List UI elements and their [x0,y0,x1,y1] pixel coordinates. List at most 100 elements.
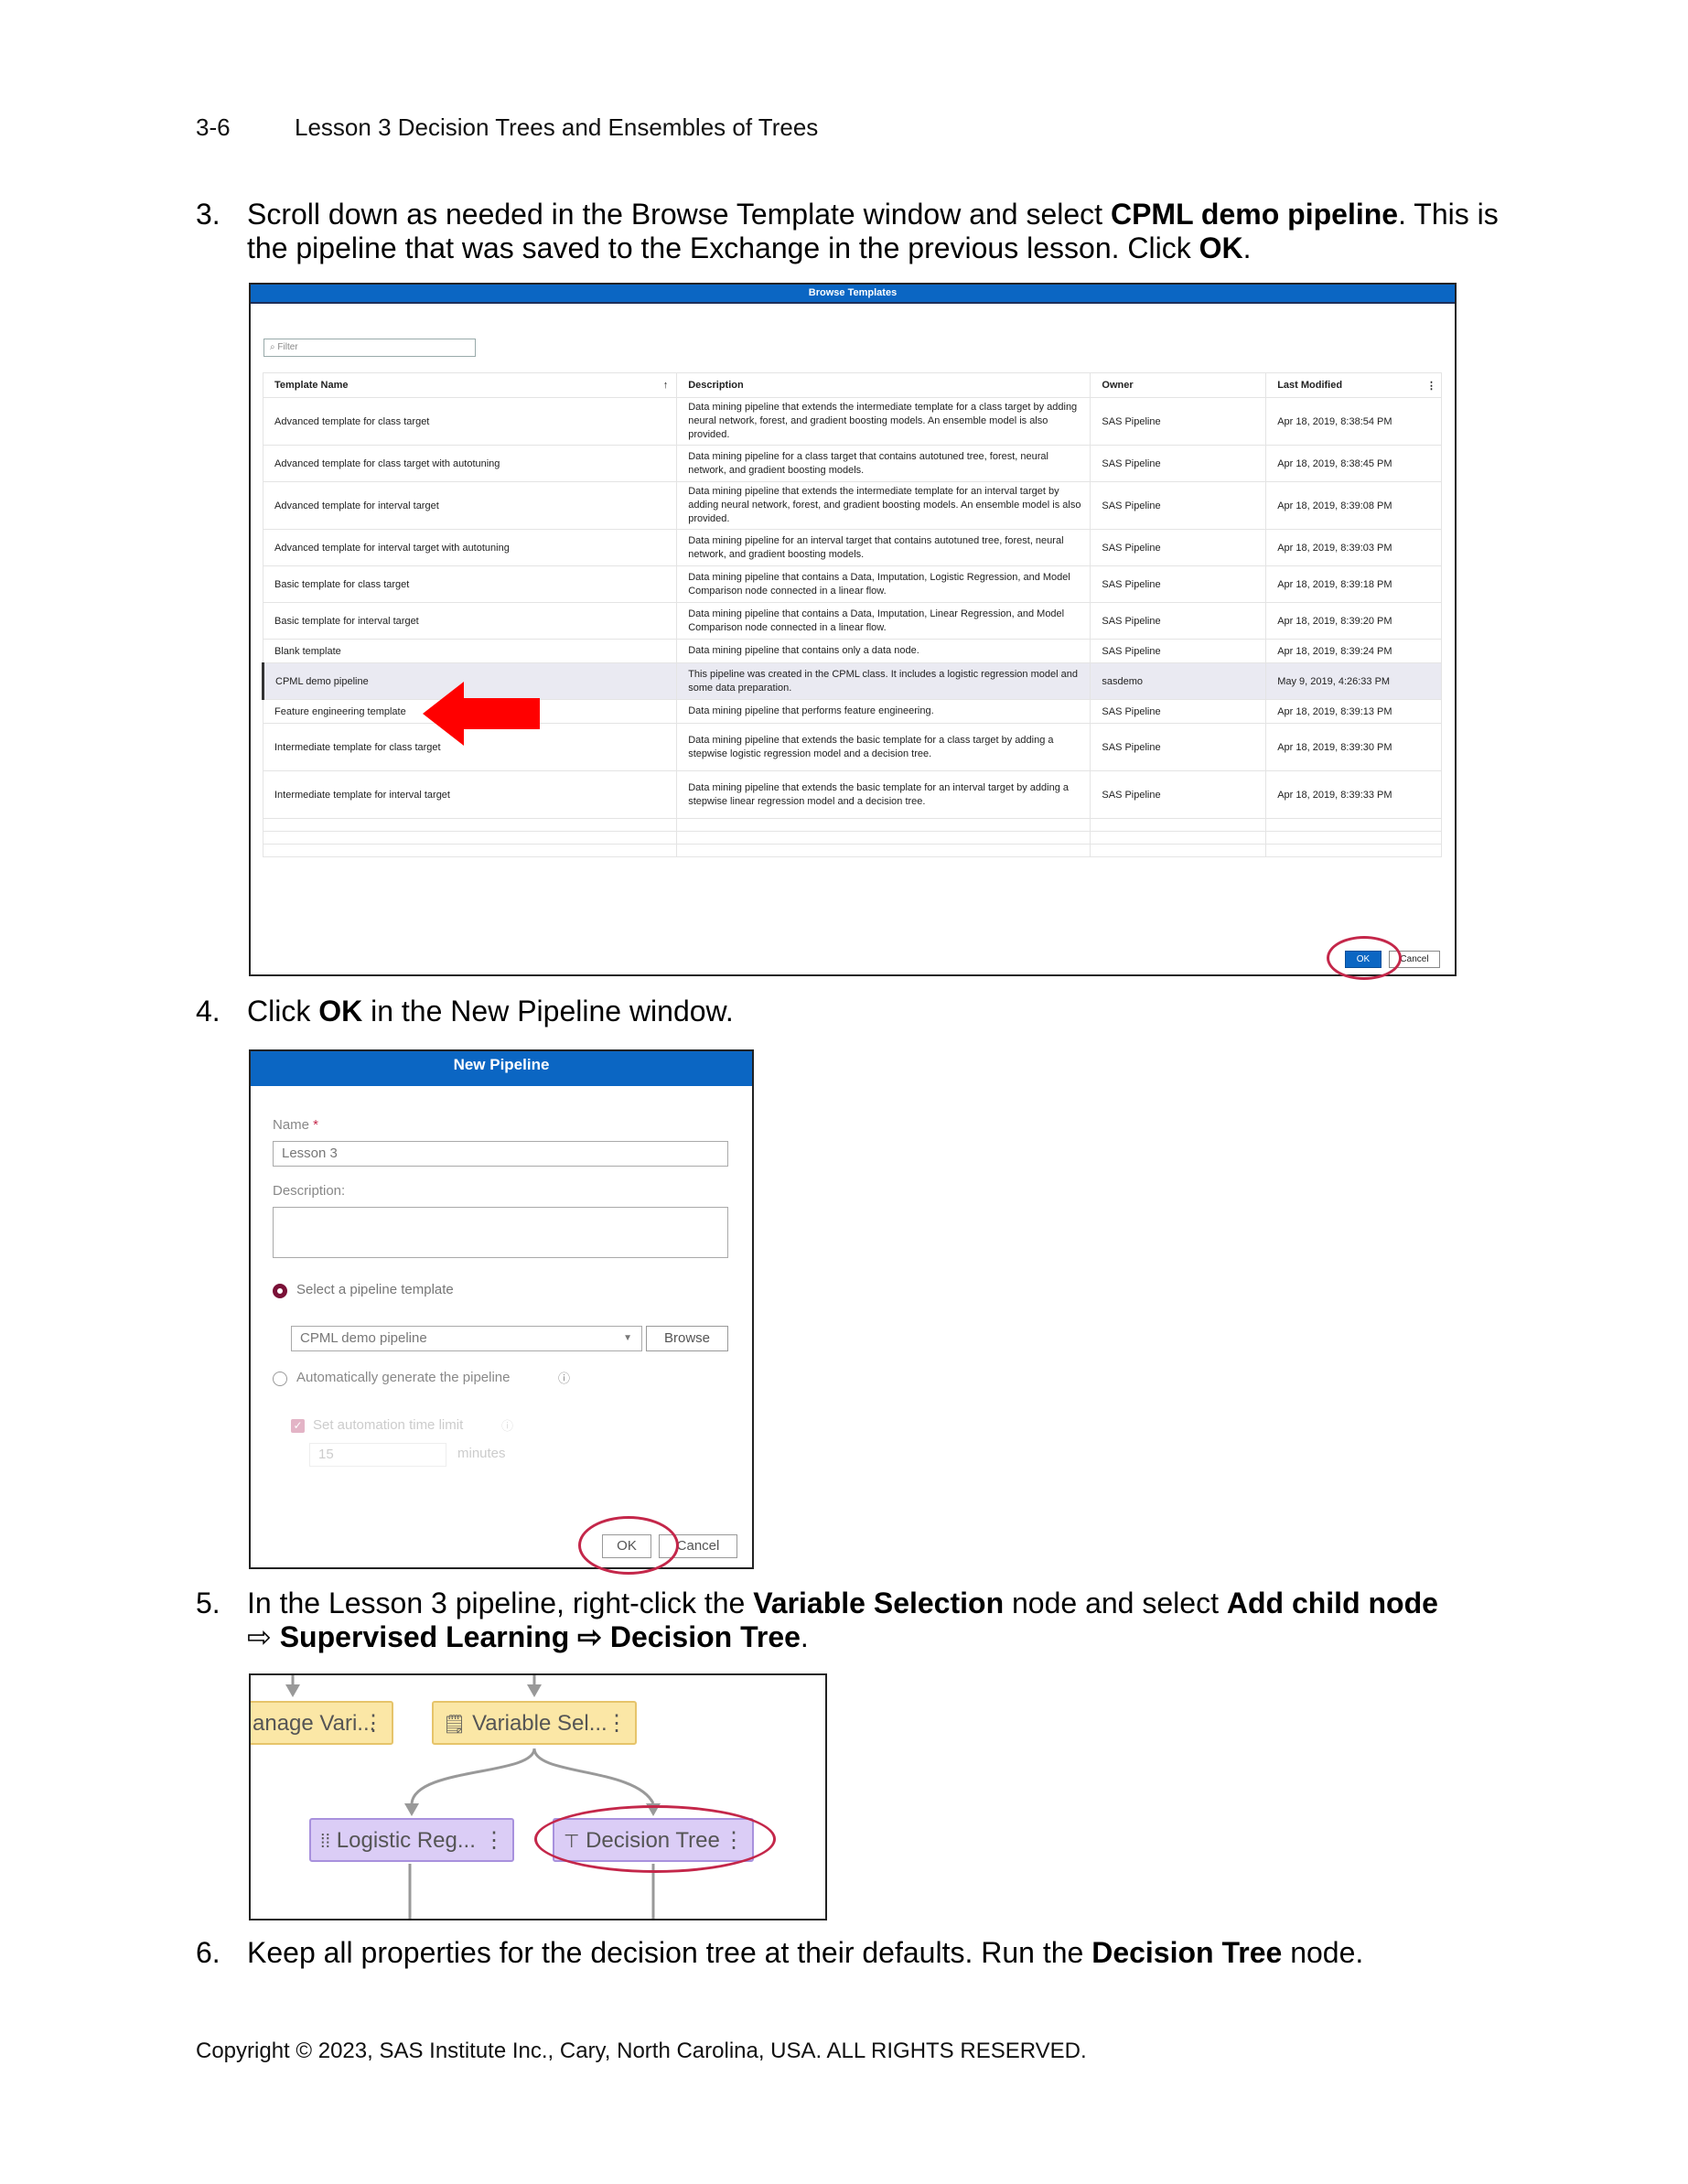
step-text: In the Lesson 3 pipeline, right-click th… [247,1587,1438,1653]
name-label: Name * [273,1117,319,1133]
cell-last-modified: Apr 18, 2019, 8:38:45 PM [1265,445,1442,482]
cell-description: Data mining pipeline that contains only … [676,639,1091,663]
more-icon[interactable]: ⋮ [483,1820,505,1862]
cell-description: Data mining pipeline for an interval tar… [676,529,1091,566]
cell-description: Data mining pipeline that extends the ba… [676,723,1091,771]
empty-row [262,831,1442,845]
template-select[interactable]: CPML demo pipeline ▼ [291,1326,642,1351]
node-manage-variables[interactable]: anage Vari... ⋮ [251,1701,393,1745]
cell-description: Data mining pipeline that contains a Dat… [676,602,1091,640]
cell-template-name: Basic template for interval target [262,602,678,640]
step-number: 3. [196,198,220,231]
step-5: 5. In the Lesson 3 pipeline, right-click… [0,1587,1688,1660]
table-row[interactable]: Advanced template for class target with … [262,445,1442,482]
col-last-modified[interactable]: Last Modified ⋮ [1265,372,1442,398]
description-input[interactable] [273,1207,728,1258]
more-icon[interactable]: ⋮ [606,1703,628,1745]
cell-owner: SAS Pipeline [1090,723,1267,771]
browse-button[interactable]: Browse [646,1326,728,1351]
col-template-name[interactable]: Template Name ↑ [262,372,678,398]
cell-template-name: Advanced template for interval target wi… [262,529,678,566]
table-row[interactable]: Advanced template for class target Data m… [262,397,1442,446]
new-pipeline-dialog: New Pipeline Name * Lesson 3 Description… [249,1049,754,1575]
step-4: 4. Click OK in the New Pipeline window. [0,995,1688,1031]
node-variable-selection[interactable]: 🗒 Variable Sel... ⋮ [432,1701,637,1745]
cell-last-modified: Apr 18, 2019, 8:39:30 PM [1265,723,1442,771]
step-number: 6. [196,1936,220,1969]
table-row[interactable]: Basic template for interval target Data m… [262,602,1442,640]
name-input[interactable]: Lesson 3 [273,1141,728,1167]
dialog-title: Browse Templates [251,285,1455,304]
cell-owner: SAS Pipeline [1090,445,1267,482]
time-unit-label: minutes [457,1446,506,1461]
cell-last-modified: Apr 18, 2019, 8:39:24 PM [1265,639,1442,663]
sort-arrow-icon: ↑ [662,380,669,391]
cell-template-name: Blank template [262,639,678,663]
highlight-ring [1327,936,1402,980]
cell-template-name: Advanced template for interval target [262,481,678,530]
cell-description: Data mining pipeline that performs featu… [676,699,1091,724]
help-icon[interactable]: ⓘ [501,1416,513,1434]
node-logistic-regression[interactable]: ⁞⁞ Logistic Reg... ⋮ [309,1818,514,1862]
page-header-title: Lesson 3 Decision Trees and Ensembles of… [295,113,819,141]
cell-last-modified: Apr 18, 2019, 8:39:18 PM [1265,565,1442,603]
description-label: Description: [273,1183,346,1199]
table-row[interactable]: Intermediate template for interval targe… [262,770,1442,819]
template-option-label: Select a pipeline template [296,1282,454,1297]
cell-template-name: Intermediate template for interval targe… [262,770,678,819]
empty-row [262,844,1442,857]
table-row[interactable]: Blank template Data mining pipeline that … [262,639,1442,663]
step-number: 5. [196,1587,220,1619]
cell-owner: SAS Pipeline [1090,770,1267,819]
cell-owner: SAS Pipeline [1090,397,1267,446]
regression-icon: ⁞⁞ [320,1832,331,1852]
column-menu-icon[interactable]: ⋮ [1426,380,1436,392]
time-limit-checkbox[interactable]: ✓ [291,1419,305,1433]
cell-owner: SAS Pipeline [1090,639,1267,663]
pipeline-canvas: anage Vari... ⋮ 🗒 Variable Sel... ⋮ ⁞⁞ Log… [249,1673,827,1920]
red-arrow-icon [423,682,540,746]
table-row[interactable]: Advanced template for interval target wi… [262,529,1442,566]
cell-owner: sasdemo [1090,662,1267,700]
cell-description: Data mining pipeline that contains a Dat… [676,565,1091,603]
dialog-title: New Pipeline [251,1051,752,1086]
more-icon[interactable]: ⋮ [362,1703,384,1745]
cell-last-modified: Apr 18, 2019, 8:39:33 PM [1265,770,1442,819]
templates-table: Template Name ↑ Description Owner Last Mo… [261,372,1442,857]
auto-radio[interactable] [273,1372,287,1386]
filter-input[interactable]: ⌕ Filter [263,339,476,357]
template-radio[interactable] [273,1284,287,1298]
step-number: 4. [196,995,220,1027]
step-3: 3. Scroll down as needed in the Browse T… [0,198,1688,271]
browse-templates-dialog: Browse Templates ⌕ Filter Template Name ↑… [249,283,1457,980]
cell-description: Data mining pipeline that extends the in… [676,397,1091,446]
cell-template-name: Basic template for class target [262,565,678,603]
cell-last-modified: Apr 18, 2019, 8:38:54 PM [1265,397,1442,446]
time-input[interactable]: 15 [309,1443,446,1467]
cell-owner: SAS Pipeline [1090,481,1267,530]
auto-option-label: Automatically generate the pipeline [296,1370,511,1385]
copyright-footer: Copyright © 2023, SAS Institute Inc., Ca… [196,2039,1087,2063]
table-row[interactable]: Basic template for class target Data mini… [262,565,1442,603]
cell-owner: SAS Pipeline [1090,699,1267,724]
step-text: Click OK in the New Pipeline window. [247,995,734,1027]
variable-selection-icon: 🗒 [443,1715,467,1735]
table-row[interactable]: Advanced template for interval target Dat… [262,481,1442,530]
col-description[interactable]: Description [676,372,1091,398]
col-owner[interactable]: Owner [1090,372,1267,398]
cell-description: This pipeline was created in the CPML cl… [676,662,1091,700]
step-6: 6. Keep all properties for the decision … [0,1936,1688,1973]
chevron-down-icon: ▼ [623,1333,632,1343]
cell-template-name: Advanced template for class target with … [262,445,678,482]
cell-description: Data mining pipeline that extends the ba… [676,770,1091,819]
step-text: Keep all properties for the decision tre… [247,1936,1364,1969]
cell-template-name: Advanced template for class target [262,397,678,446]
highlight-ring [534,1805,776,1873]
help-icon[interactable]: ⓘ [558,1369,570,1386]
cell-description: Data mining pipeline that extends the in… [676,481,1091,530]
highlight-ring [578,1516,679,1575]
cell-owner: SAS Pipeline [1090,529,1267,566]
cell-last-modified: Apr 18, 2019, 8:39:08 PM [1265,481,1442,530]
cell-owner: SAS Pipeline [1090,565,1267,603]
cell-last-modified: Apr 18, 2019, 8:39:20 PM [1265,602,1442,640]
